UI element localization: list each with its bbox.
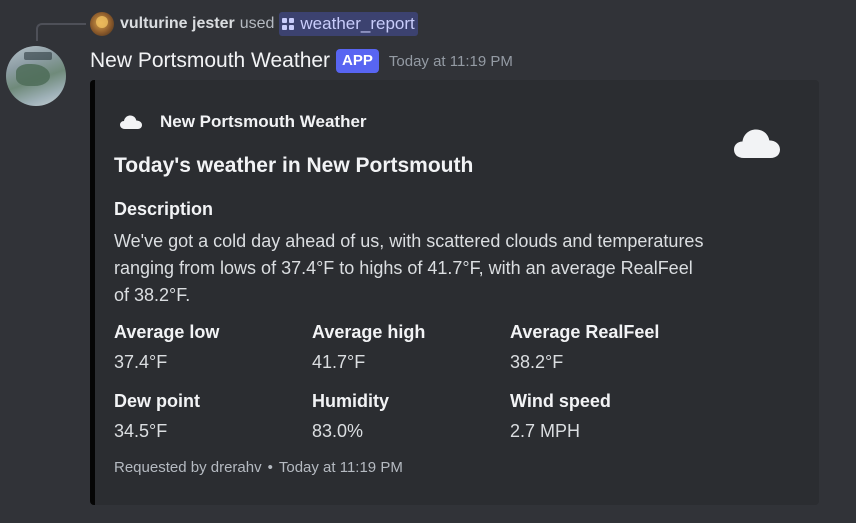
field-value: 2.7 MPH [510,421,581,441]
field-name: Wind speed [510,391,611,411]
command-user-name[interactable]: vulturine jester [120,15,235,33]
field-name: Average RealFeel [510,322,660,342]
chat-message: vulturine jester used weather_report New… [0,0,856,523]
field-name: Humidity [312,391,390,411]
cloud-icon [120,115,142,129]
author-name[interactable]: New Portsmouth Weather [90,49,330,73]
command-used-line: vulturine jester used weather_report [90,11,418,37]
description-label: Description [114,199,214,219]
used-label: used [239,15,275,32]
embed-author: New Portsmouth Weather [120,109,367,135]
footer-timestamp: Today at 11:19 PM [278,459,403,476]
cloud-icon [734,129,780,158]
field-name: Average low [114,322,220,342]
slash-command-icon [282,18,295,30]
field-name: Dew point [114,391,200,411]
app-badge: APP [336,49,379,73]
footer-requested-by: Requested by drerahv [114,459,262,476]
command-mention[interactable]: weather_report [279,12,418,36]
user-avatar[interactable] [90,12,114,36]
field-value: 38.2°F [510,352,564,372]
field-value: 41.7°F [312,352,366,372]
embed-footer: Requested by drerahv • Today at 11:19 PM [114,459,403,476]
footer-separator: • [267,459,273,476]
reply-spine [36,23,86,41]
message-header: New Portsmouth Weather APP Today at 11:1… [90,46,513,76]
description-text: We've got a cold day ahead of us, with s… [114,231,704,305]
embed-title: Today's weather in New Portsmouth [114,154,474,177]
field-value: 34.5°F [114,421,168,441]
embed-author-name: New Portsmouth Weather [160,112,367,131]
field-name: Average high [312,322,426,342]
command-name: weather_report [300,14,415,33]
embed-color-bar [90,80,95,505]
author-avatar[interactable] [6,46,66,106]
field-value: 83.0% [312,421,364,441]
field-value: 37.4°F [114,352,168,372]
message-timestamp[interactable]: Today at 11:19 PM [389,53,513,70]
